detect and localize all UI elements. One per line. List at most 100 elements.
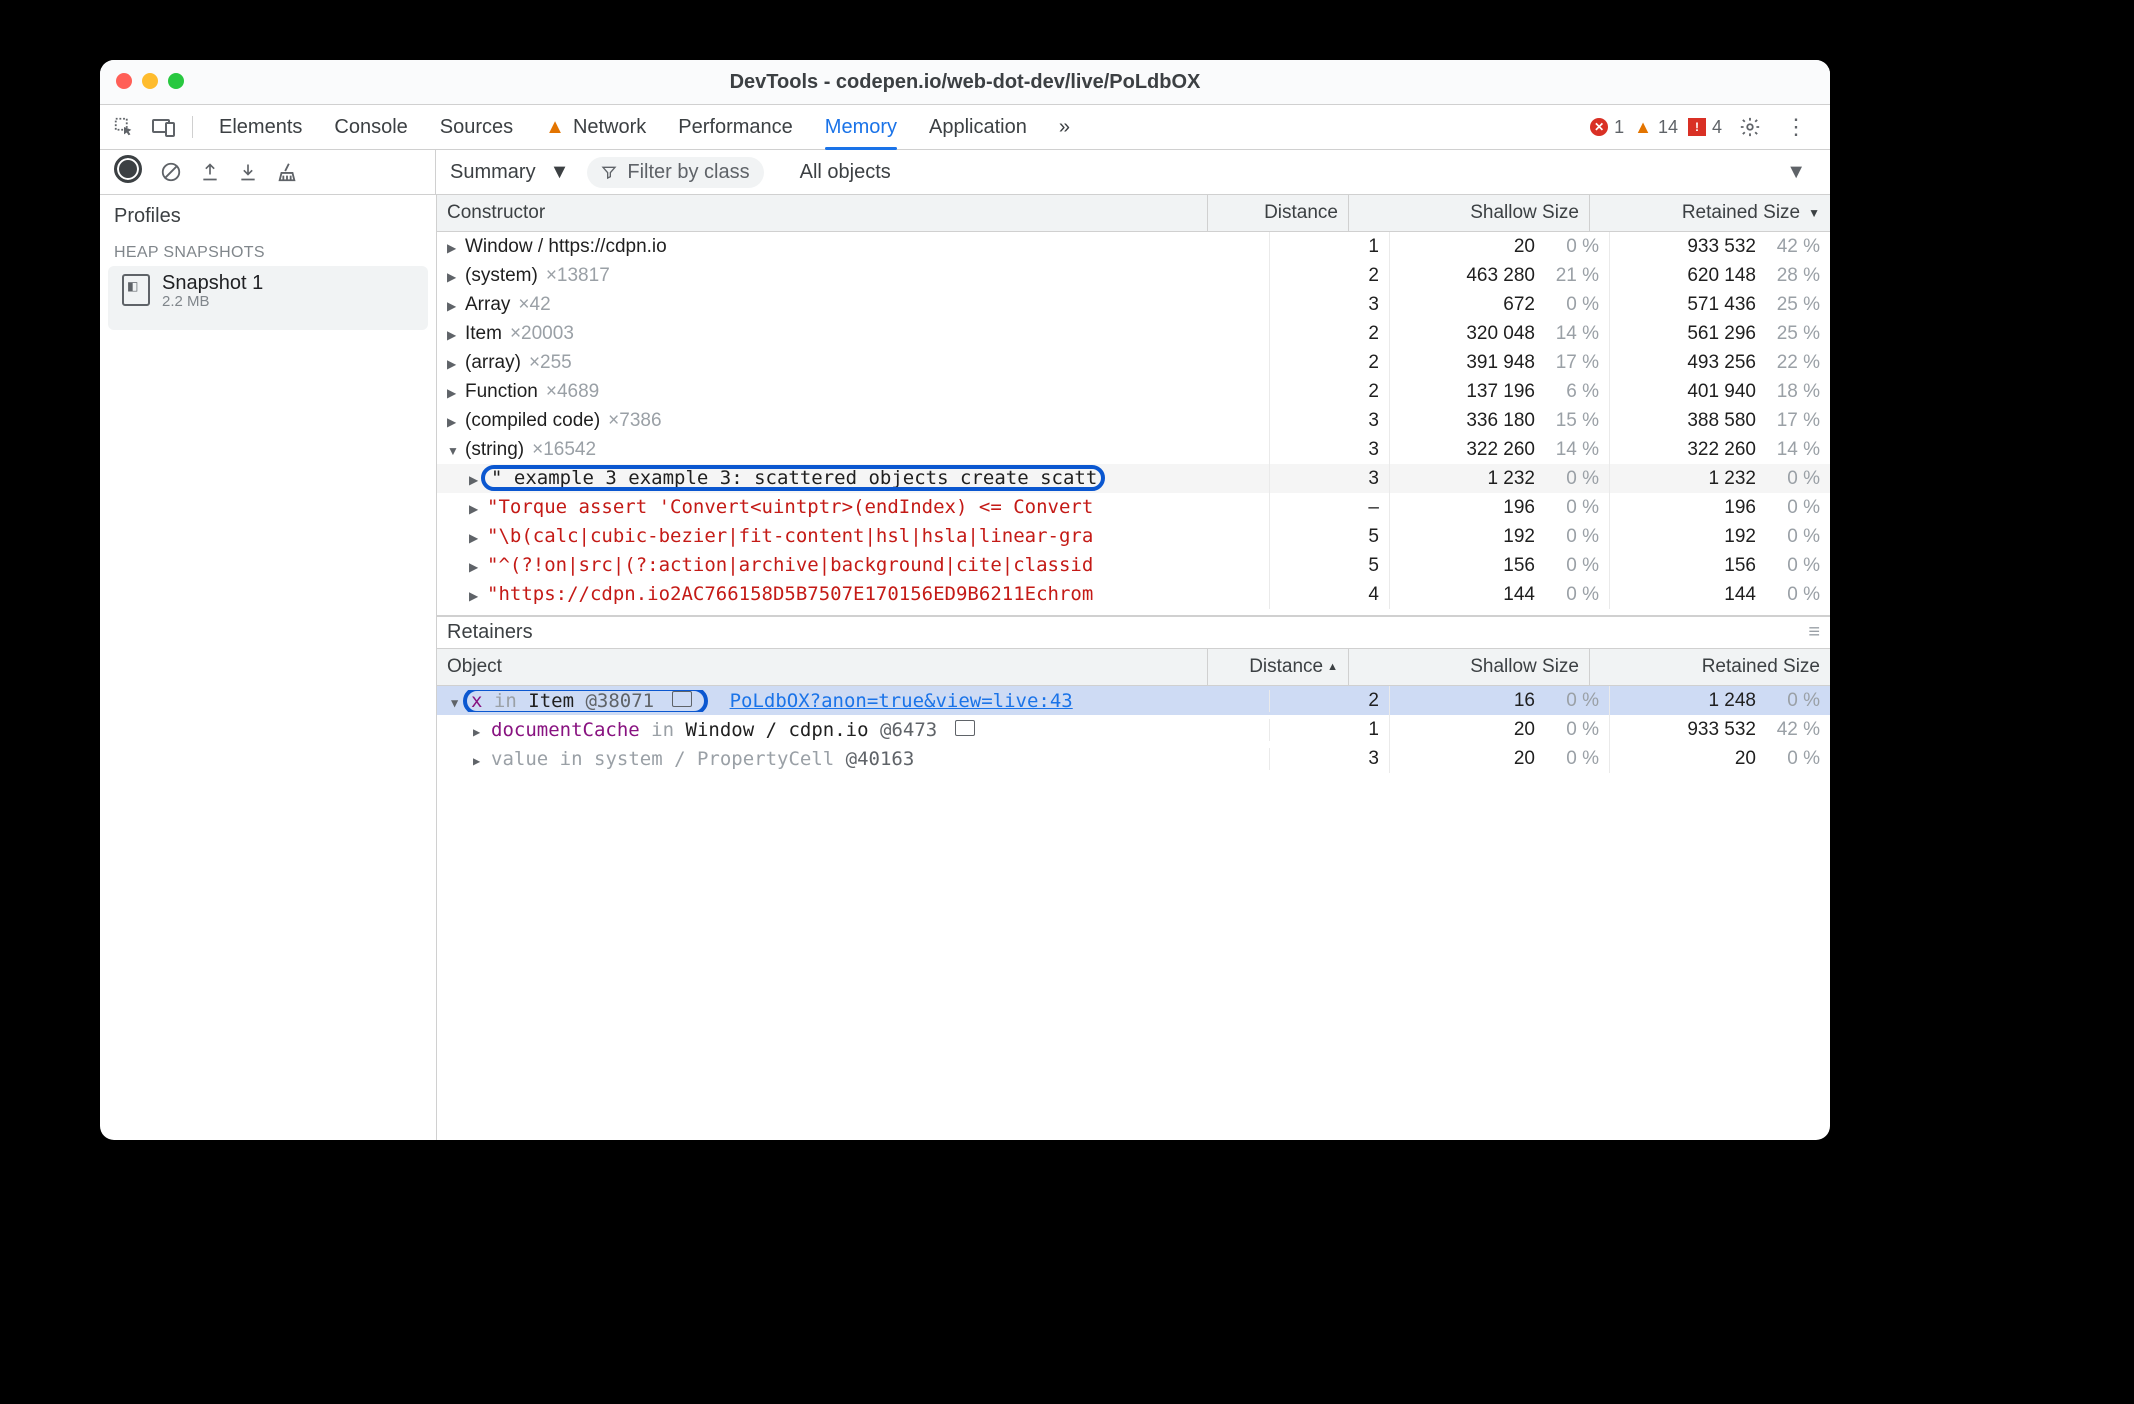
heap-view: Constructor Distance Shallow Size Retain… [437, 195, 1830, 1140]
disclosure-triangle-icon[interactable]: ▶ [447, 299, 459, 313]
disclosure-triangle-icon[interactable]: ▶ [447, 241, 459, 255]
constructor-cell: ▶"\b(calc|cubic-bezier|fit-content|hsl|h… [437, 522, 1270, 551]
disclosure-triangle-icon[interactable]: ▶ [447, 415, 459, 429]
disclosure-triangle-icon[interactable]: ▶ [447, 386, 459, 400]
error-circle-icon: ✕ [1590, 118, 1608, 136]
table-row[interactable]: ▶Array×4236720 %571 43625 % [437, 290, 1830, 319]
scope-select[interactable]: All objects [800, 161, 891, 184]
col-retained-size[interactable]: Retained Size [1590, 649, 1830, 685]
memory-body: Profiles HEAP SNAPSHOTS Snapshot 1 2.2 M… [100, 195, 1830, 1140]
disclosure-triangle-icon[interactable]: ▶ [469, 502, 481, 516]
class-name: system / PropertyCell [594, 748, 834, 770]
retained-cell: 933 53242 % [1610, 232, 1830, 261]
col-distance[interactable]: Distance▲ [1208, 649, 1349, 685]
sort-asc-icon: ▲ [1327, 661, 1338, 673]
close-window-button[interactable] [116, 73, 132, 89]
retainer-row[interactable]: ▶documentCache in Window / cdpn.io @6473… [437, 715, 1830, 744]
disclosure-triangle-icon[interactable]: ▼ [451, 696, 463, 710]
disclosure-triangle-icon[interactable]: ▼ [447, 444, 459, 458]
col-constructor[interactable]: Constructor [437, 195, 1208, 231]
retainer-row[interactable]: ▶value in system / PropertyCell @4016332… [437, 744, 1830, 773]
retained-cell: 1 2480 % [1610, 686, 1830, 715]
issue-count-badge[interactable]: ! 4 [1688, 117, 1722, 138]
device-toolbar-icon[interactable] [146, 109, 182, 145]
table-row[interactable]: ▶"\b(calc|cubic-bezier|fit-content|hsl|h… [437, 522, 1830, 551]
tab-console[interactable]: Console [334, 105, 407, 149]
object-cell: ▶value in system / PropertyCell @40163 [437, 748, 1270, 770]
table-row[interactable]: ▶(compiled code)×73863336 18015 %388 580… [437, 406, 1830, 435]
col-object[interactable]: Object [437, 649, 1208, 685]
constructors-body[interactable]: ▶Window / https://cdpn.io1200 %933 53242… [437, 232, 1830, 615]
warning-triangle-icon: ▲ [545, 116, 565, 139]
table-row[interactable]: ▶(system)×138172463 28021 %620 14828 % [437, 261, 1830, 290]
shallow-cell: 463 28021 % [1390, 261, 1610, 290]
retainer-row[interactable]: ▼x in Item @38071 PoLdbOX?anon=true&view… [437, 686, 1830, 715]
shallow-cell: 200 % [1390, 232, 1610, 261]
minimize-window-button[interactable] [142, 73, 158, 89]
disclosure-triangle-icon[interactable]: ▶ [473, 754, 485, 768]
table-row[interactable]: ▶" example 3 example 3: scattered object… [437, 464, 1830, 493]
zoom-window-button[interactable] [168, 73, 184, 89]
disclosure-triangle-icon[interactable]: ▶ [469, 560, 481, 574]
col-label: Retained Size [1682, 202, 1800, 224]
panel-tabbar: Elements Console Sources ▲ Network Perfor… [100, 105, 1830, 150]
disclosure-triangle-icon[interactable]: ▶ [469, 473, 481, 487]
tab-elements[interactable]: Elements [219, 105, 302, 149]
col-shallow-size[interactable]: Shallow Size [1349, 195, 1590, 231]
col-shallow-size[interactable]: Shallow Size [1349, 649, 1590, 685]
table-row[interactable]: ▶(array)×2552391 94817 %493 25622 % [437, 348, 1830, 377]
export-icon[interactable] [200, 161, 220, 183]
distance-cell: 3 [1270, 464, 1390, 493]
constructor-name: (array) [465, 352, 521, 373]
in-keyword: in [494, 690, 517, 712]
disclosure-triangle-icon[interactable]: ▶ [447, 270, 459, 284]
disclosure-triangle-icon[interactable]: ▶ [469, 589, 481, 603]
distance-cell: 1 [1270, 715, 1390, 744]
retainers-body[interactable]: ▼x in Item @38071 PoLdbOX?anon=true&view… [437, 686, 1830, 1140]
status-cluster: ✕ 1 ▲ 14 ! 4 ⋮ [1590, 109, 1824, 145]
tab-application[interactable]: Application [929, 105, 1027, 149]
table-row[interactable]: ▶Item×200032320 04814 %561 29625 % [437, 319, 1830, 348]
disclosure-triangle-icon[interactable]: ▶ [447, 328, 459, 342]
constructor-cell: ▶Array×42 [437, 290, 1270, 319]
window-controls [116, 73, 184, 89]
col-distance[interactable]: Distance [1208, 195, 1349, 231]
table-row[interactable]: ▶"^(?!on|src|(?:action|archive|backgroun… [437, 551, 1830, 580]
instance-count: ×255 [529, 352, 572, 373]
record-icon[interactable] [114, 155, 142, 189]
class-filter[interactable]: Filter by class [587, 157, 763, 188]
table-row[interactable]: ▶"Torque assert 'Convert<uintptr>(endInd… [437, 493, 1830, 522]
distance-cell: 2 [1270, 261, 1390, 290]
tab-memory[interactable]: Memory [825, 105, 897, 149]
tabs-overflow-button[interactable]: » [1059, 105, 1070, 149]
tab-sources[interactable]: Sources [440, 105, 513, 149]
view-select[interactable]: Summary ▼ [450, 161, 569, 184]
table-row[interactable]: ▼(string)×165423322 26014 %322 26014 % [437, 435, 1830, 464]
disclosure-triangle-icon[interactable]: ▶ [469, 531, 481, 545]
disclosure-triangle-icon[interactable]: ▶ [473, 725, 485, 739]
source-link[interactable]: PoLdbOX?anon=true&view=live:43 [730, 690, 1073, 712]
clear-icon[interactable] [160, 161, 182, 183]
disclosure-triangle-icon[interactable]: ▶ [447, 357, 459, 371]
profile-toolbar [100, 150, 436, 194]
import-icon[interactable] [238, 161, 258, 183]
settings-gear-icon[interactable] [1732, 109, 1768, 145]
warning-count-badge[interactable]: ▲ 14 [1634, 117, 1678, 138]
hamburger-icon[interactable]: ≡ [1808, 621, 1820, 644]
chevron-down-icon[interactable]: ▼ [1786, 161, 1806, 184]
table-row[interactable]: ▶Window / https://cdpn.io1200 %933 53242… [437, 232, 1830, 261]
tab-performance[interactable]: Performance [678, 105, 793, 149]
shallow-cell: 160 % [1390, 686, 1610, 715]
gc-broom-icon[interactable] [276, 161, 298, 183]
in-keyword: in [651, 719, 674, 741]
kebab-menu-icon[interactable]: ⋮ [1778, 109, 1814, 145]
tab-label: Network [573, 116, 646, 139]
retained-cell: 388 58017 % [1610, 406, 1830, 435]
snapshot-item[interactable]: Snapshot 1 2.2 MB [108, 266, 428, 330]
col-retained-size[interactable]: Retained Size▼ [1590, 195, 1830, 231]
error-count-badge[interactable]: ✕ 1 [1590, 117, 1624, 138]
table-row[interactable]: ▶Function×46892137 1966 %401 94018 % [437, 377, 1830, 406]
table-row[interactable]: ▶"https://cdpn.io2AC766158D5B7507E170156… [437, 580, 1830, 609]
inspect-element-icon[interactable] [106, 109, 142, 145]
tab-network[interactable]: ▲ Network [545, 105, 646, 149]
